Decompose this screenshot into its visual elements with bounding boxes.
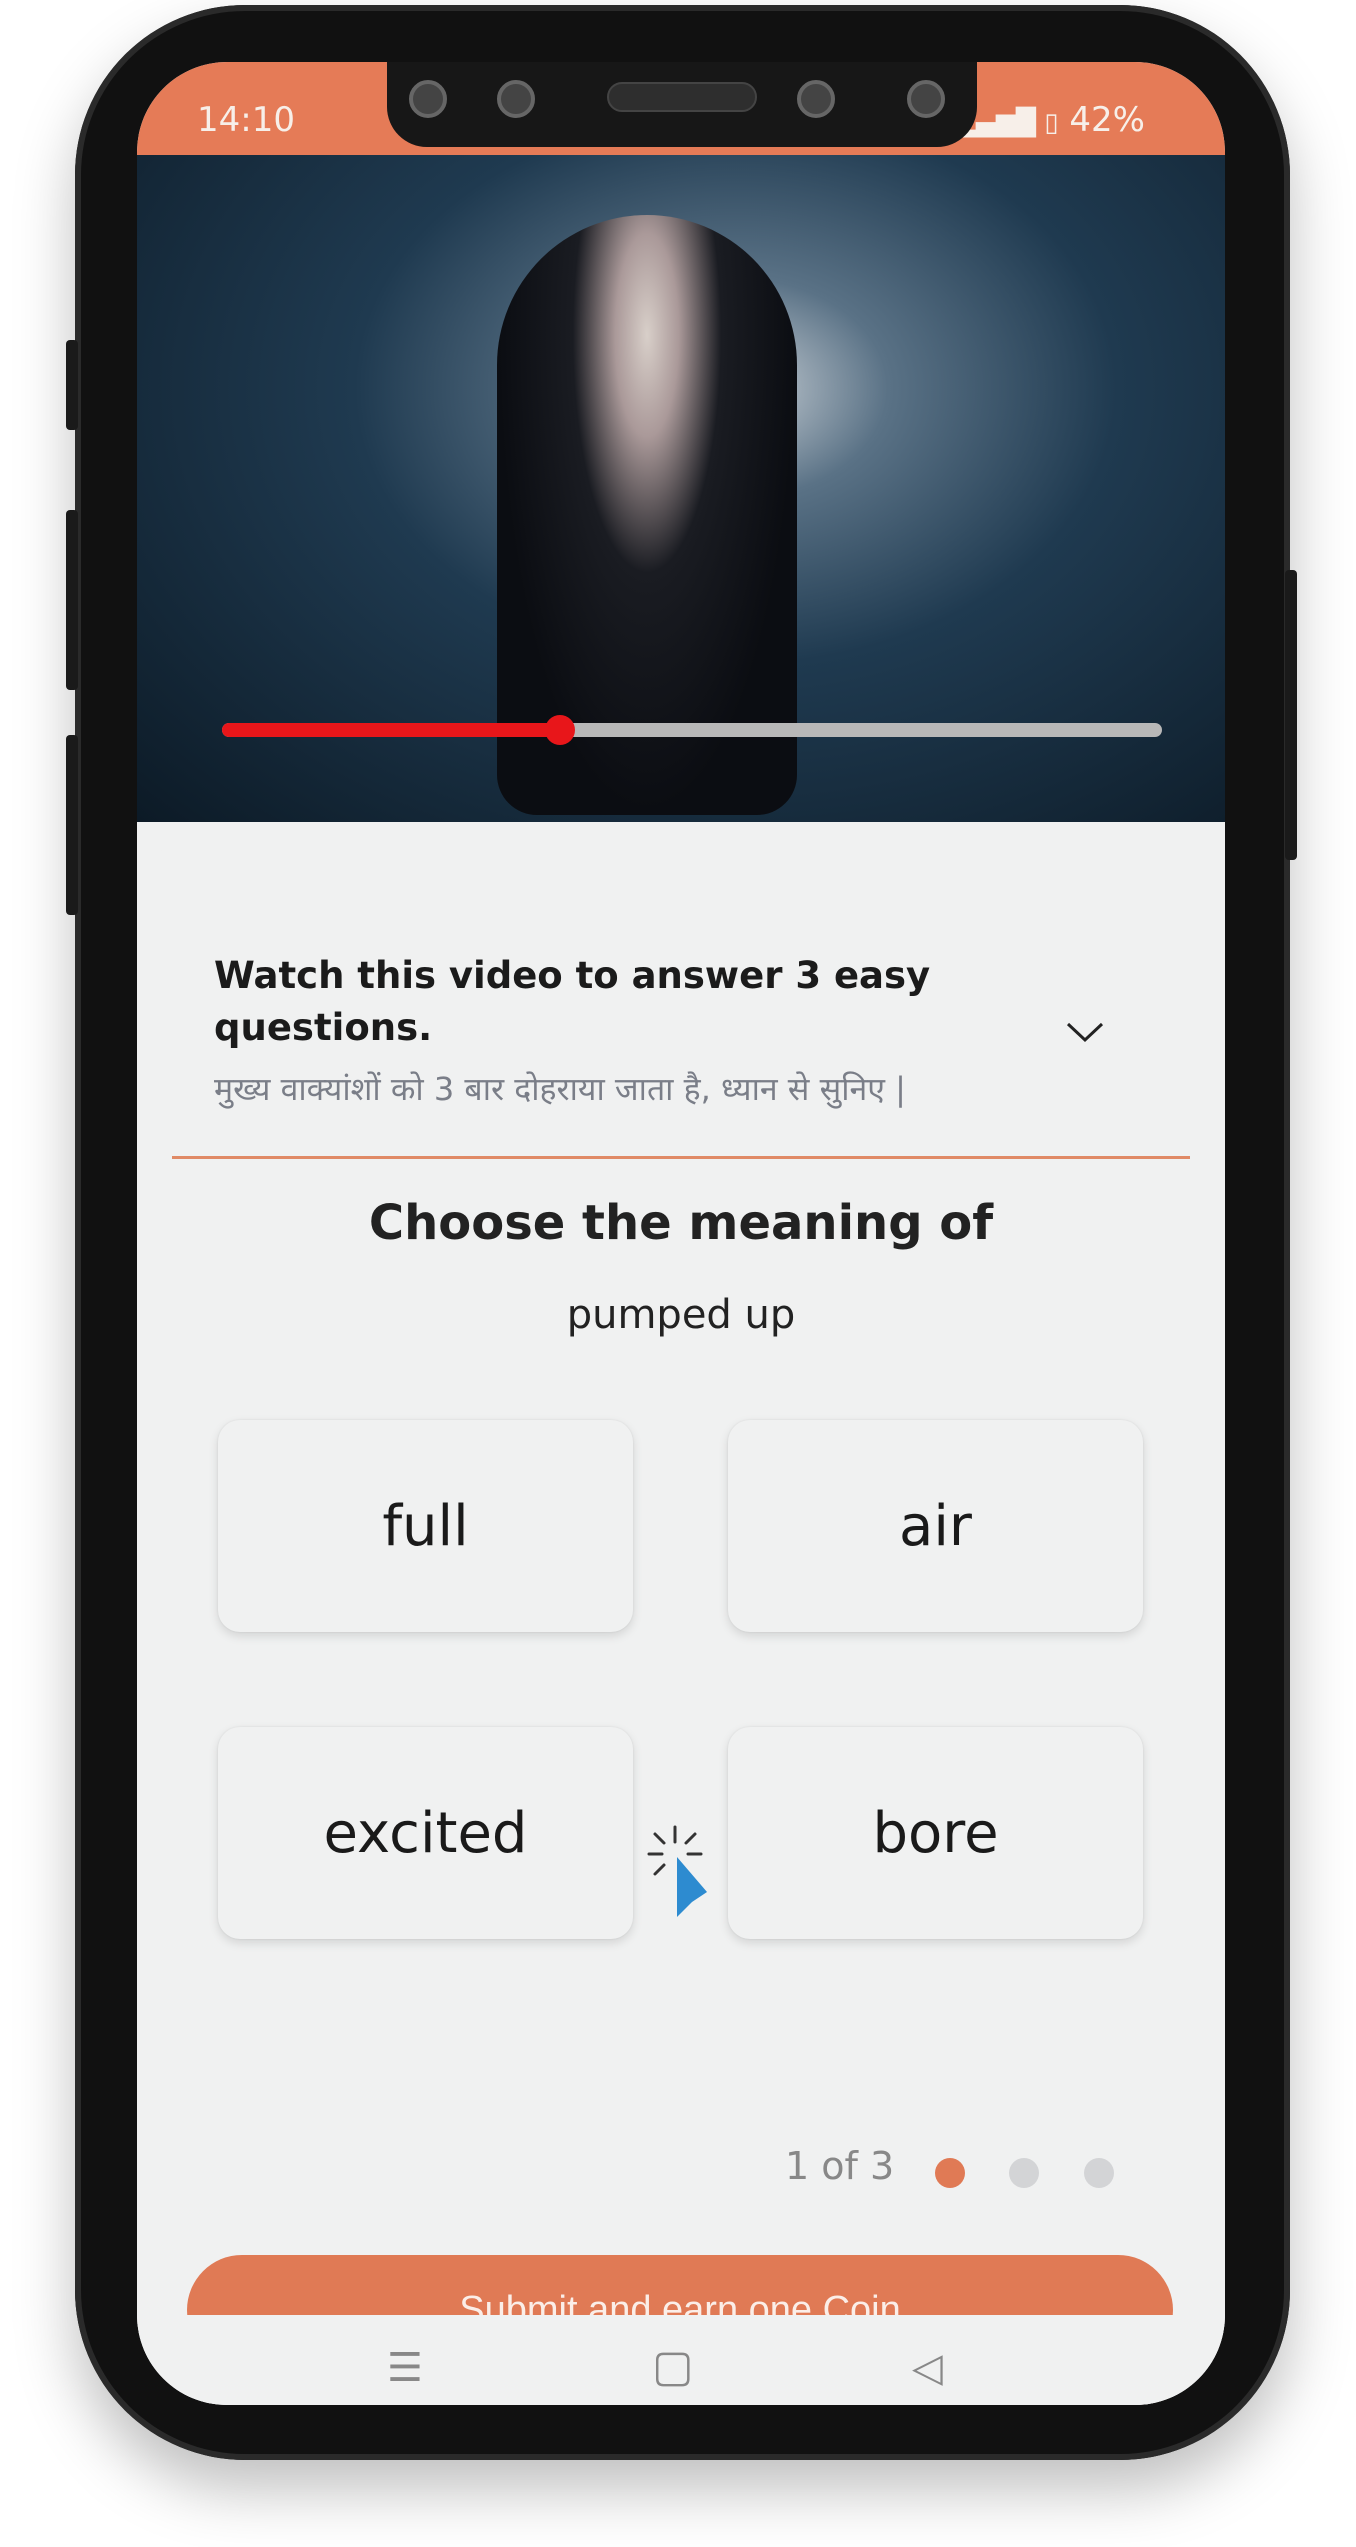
video-player[interactable] [137, 155, 1225, 822]
camera-icon [409, 80, 447, 118]
page-dot [1084, 2158, 1114, 2188]
option-air[interactable]: air [728, 1420, 1143, 1632]
status-time: 14:10 [197, 100, 295, 140]
video-progress-bar[interactable] [222, 715, 1162, 745]
instructions-title: Watch this video to answer 3 easy questi… [214, 954, 931, 1049]
power-button [1285, 570, 1297, 860]
volume-down-button [66, 735, 78, 915]
option-bore[interactable]: bore [728, 1727, 1143, 1939]
side-button [66, 340, 78, 430]
sensor-icon [907, 80, 945, 118]
page-dot [1009, 2158, 1039, 2188]
camera-notch [387, 62, 977, 147]
android-nav-bar: ☰ ▢ ◁ [137, 2315, 1225, 2405]
option-full[interactable]: full [218, 1420, 633, 1632]
option-excited[interactable]: excited [218, 1727, 633, 1939]
question-phrase: pumped up [566, 1292, 796, 1338]
divider [172, 1156, 1190, 1159]
question-counter: 1 of 3 [785, 2144, 895, 2188]
page-dot-active [935, 2158, 965, 2188]
question-prompt: Choose the meaning of [368, 1195, 994, 1251]
sensor-icon [497, 80, 535, 118]
battery-percent: 42% [1069, 100, 1145, 140]
instructions-subtitle: मुख्य वाक्यांशों को 3 बार दोहराया जाता ह… [214, 1070, 906, 1108]
screen: 14:10 ▂▄▆█ ▯ 42% Watch this video to ans… [137, 62, 1225, 2405]
quiz-card: Watch this video to answer 3 easy questi… [137, 822, 1225, 2405]
menu-icon[interactable]: ☰ [387, 2345, 423, 2391]
camera-icon [797, 80, 835, 118]
video-progress-fill [222, 723, 561, 737]
chevron-down-icon[interactable] [1065, 1012, 1105, 1052]
home-icon[interactable]: ▢ [652, 2341, 694, 2392]
speaker-grille [607, 82, 757, 112]
click-cursor-icon [647, 1825, 707, 1917]
battery-level: ▂▄▆█ ▯ 42% [956, 100, 1145, 140]
back-icon[interactable]: ◁ [912, 2345, 943, 2391]
volume-up-button [66, 510, 78, 690]
